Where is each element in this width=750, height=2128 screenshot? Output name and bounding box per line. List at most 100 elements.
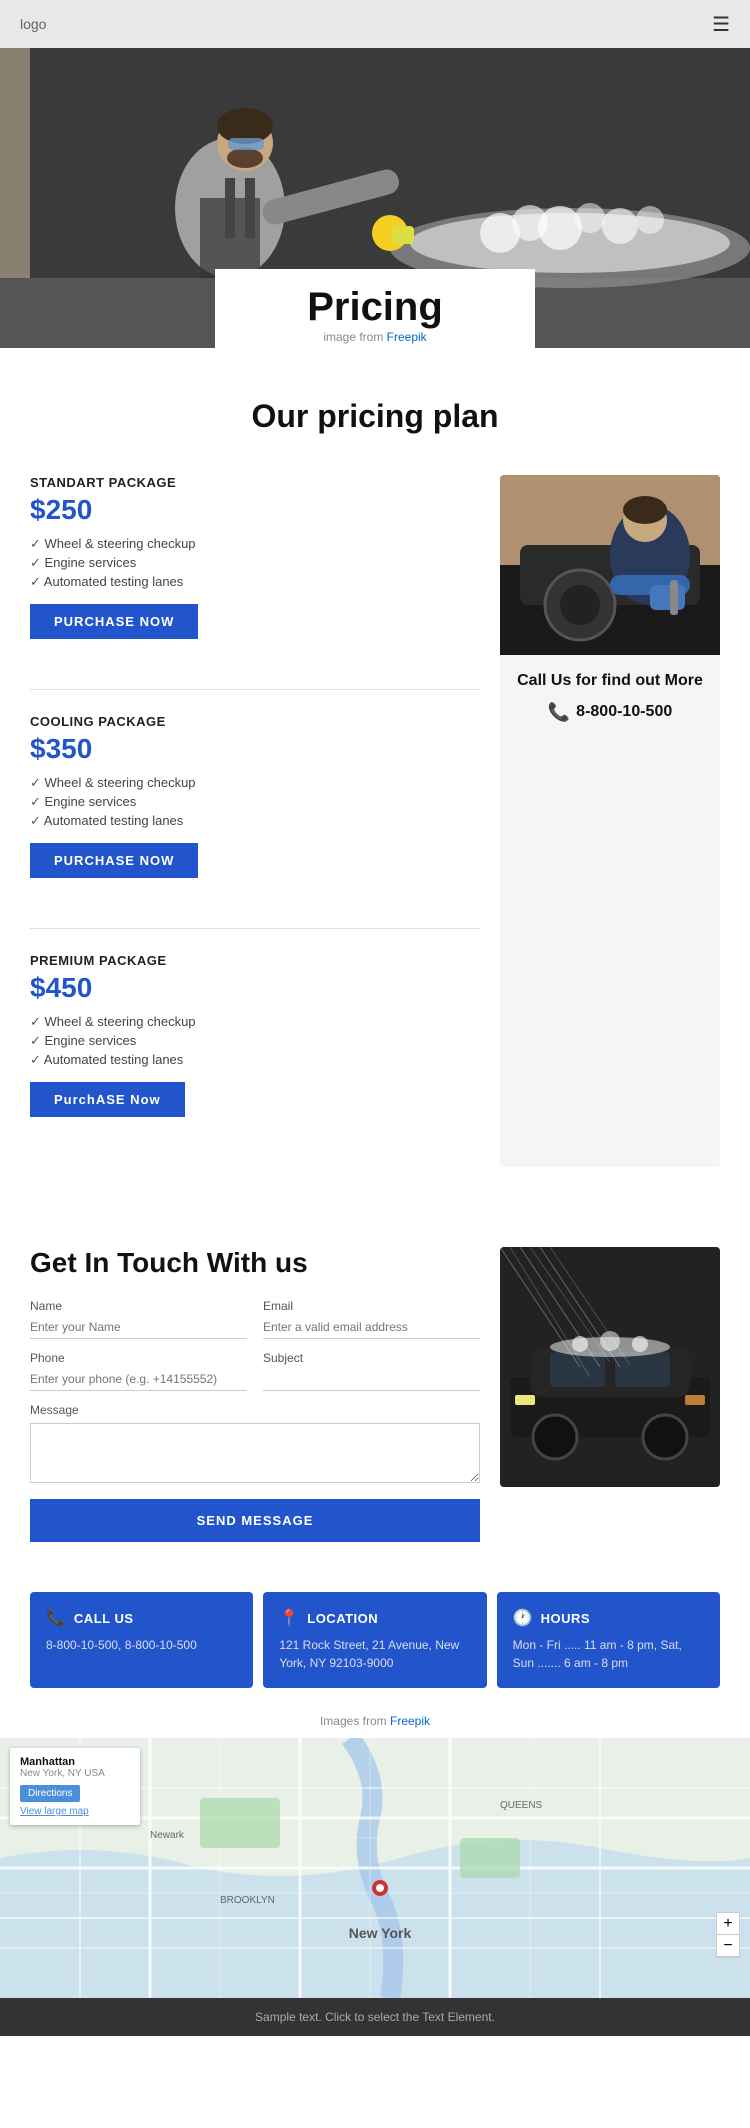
phone-label: Phone xyxy=(30,1351,247,1365)
call-title: CALL US xyxy=(74,1611,134,1626)
email-input[interactable] xyxy=(263,1316,480,1339)
package-features-2: Wheel & steering checkup Engine services… xyxy=(30,1014,480,1068)
sidebar-illustration xyxy=(500,475,720,655)
map-city: Manhattan xyxy=(20,1756,130,1768)
message-group: Message xyxy=(30,1403,480,1483)
pricing-sidebar: Call Us for find out More 📞 8-800-10-500 xyxy=(500,475,720,1167)
feature-item: Automated testing lanes xyxy=(30,1052,480,1068)
package-name-2: PREMIUM PACKAGE xyxy=(30,953,480,968)
footer-text: Sample text. Click to select the Text El… xyxy=(255,2010,495,2024)
feature-item: Engine services xyxy=(30,1033,480,1049)
hours-icon: 🕐 xyxy=(513,1608,533,1628)
purchase-button-0[interactable]: PURCHASE NOW xyxy=(30,604,198,639)
header: logo ☰ xyxy=(0,0,750,48)
package-name-1: COOLING PACKAGE xyxy=(30,714,480,729)
svg-text:QUEENS: QUEENS xyxy=(500,1800,543,1811)
email-label: Email xyxy=(263,1299,480,1313)
feature-item: Automated testing lanes xyxy=(30,574,480,590)
svg-text:New York: New York xyxy=(349,1925,412,1941)
info-card-location: 📍 LOCATION 121 Rock Street, 21 Avenue, N… xyxy=(263,1592,486,1688)
info-cards: 📞 CALL US 8-800-10-500, 8-800-10-500 📍 L… xyxy=(0,1582,750,1708)
sidebar-call-text: Call Us for find out More xyxy=(516,671,704,692)
package-features-1: Wheel & steering checkup Engine services… xyxy=(30,775,480,829)
feature-item: Engine services xyxy=(30,555,480,571)
subject-input[interactable] xyxy=(263,1368,480,1391)
feature-item: Wheel & steering checkup xyxy=(30,536,480,552)
map-directions-button[interactable]: Directions xyxy=(20,1785,80,1802)
info-card-hours-header: 🕐 HOURS xyxy=(513,1608,704,1628)
call-content: 8-800-10-500, 8-800-10-500 xyxy=(46,1636,237,1654)
info-card-call-header: 📞 CALL US xyxy=(46,1608,237,1628)
message-textarea[interactable] xyxy=(30,1423,480,1483)
location-icon: 📍 xyxy=(279,1608,299,1628)
hamburger-icon[interactable]: ☰ xyxy=(712,12,730,37)
name-input[interactable] xyxy=(30,1316,247,1339)
phone-group: Phone xyxy=(30,1351,247,1391)
package-price-0: $250 xyxy=(30,494,480,526)
feature-item: Engine services xyxy=(30,794,480,810)
info-card-location-header: 📍 LOCATION xyxy=(279,1608,470,1628)
contact-title: Get In Touch With us xyxy=(30,1247,480,1279)
map-section: New York BROOKLYN QUEENS Newark Manhatta… xyxy=(0,1738,750,1998)
phone-subject-row: Phone Subject xyxy=(30,1351,480,1391)
package-premium: PREMIUM PACKAGE $450 Wheel & steering ch… xyxy=(30,953,480,1137)
package-price-2: $450 xyxy=(30,972,480,1004)
email-group: Email xyxy=(263,1299,480,1339)
contact-illustration xyxy=(500,1247,720,1487)
sidebar-info: Call Us for find out More 📞 8-800-10-500 xyxy=(500,655,720,739)
svg-text:BROOKLYN: BROOKLYN xyxy=(220,1895,275,1906)
location-content: 121 Rock Street, 21 Avenue, New York, NY… xyxy=(279,1636,470,1672)
phone-number: 8-800-10-500 xyxy=(576,703,672,721)
pricing-title: Our pricing plan xyxy=(30,398,720,435)
contact-image xyxy=(500,1247,720,1487)
map-zoom-out-button[interactable]: − xyxy=(717,1935,739,1957)
sidebar-phone: 📞 8-800-10-500 xyxy=(516,702,704,723)
map-zoom-controls: + − xyxy=(716,1912,740,1958)
freepik-link[interactable]: Freepik xyxy=(387,330,427,344)
freepik-attribution: Images from Freepik xyxy=(0,1708,750,1738)
hero-overlay: Pricing image from Freepik xyxy=(215,269,535,348)
subject-label: Subject xyxy=(263,1351,480,1365)
purchase-button-1[interactable]: PURCHASE NOW xyxy=(30,843,198,878)
page-title: Pricing xyxy=(255,285,495,330)
svg-text:Newark: Newark xyxy=(150,1830,185,1841)
contact-form-area: Get In Touch With us Name Email Phone Su… xyxy=(30,1247,480,1542)
info-card-hours: 🕐 HOURS Mon - Fri ..... 11 am - 8 pm, Sa… xyxy=(497,1592,720,1688)
pricing-section: Our pricing plan STANDART PACKAGE $250 W… xyxy=(0,348,750,1207)
feature-item: Automated testing lanes xyxy=(30,813,480,829)
info-card-call: 📞 CALL US 8-800-10-500, 8-800-10-500 xyxy=(30,1592,253,1688)
map-overlay-box: Manhattan New York, NY USA Directions Vi… xyxy=(10,1748,140,1825)
hero-section: Pricing image from Freepik xyxy=(0,48,750,348)
package-features-0: Wheel & steering checkup Engine services… xyxy=(30,536,480,590)
map-view-large-link[interactable]: View large map xyxy=(20,1806,130,1817)
contact-section: Get In Touch With us Name Email Phone Su… xyxy=(0,1207,750,1582)
hours-content: Mon - Fri ..... 11 am - 8 pm, Sat, Sun .… xyxy=(513,1636,704,1672)
package-cooling: COOLING PACKAGE $350 Wheel & steering ch… xyxy=(30,714,480,898)
send-message-button[interactable]: SEND MESSAGE xyxy=(30,1499,480,1542)
footer: Sample text. Click to select the Text El… xyxy=(0,1998,750,2036)
feature-item: Wheel & steering checkup xyxy=(30,775,480,791)
pricing-content: STANDART PACKAGE $250 Wheel & steering c… xyxy=(30,475,720,1167)
subject-group: Subject xyxy=(263,1351,480,1391)
package-price-1: $350 xyxy=(30,733,480,765)
map-address: New York, NY USA xyxy=(20,1768,130,1779)
hours-title: HOURS xyxy=(541,1611,590,1626)
purchase-button-2[interactable]: PurchASE Now xyxy=(30,1082,185,1117)
phone-input[interactable] xyxy=(30,1368,247,1391)
map-background: New York BROOKLYN QUEENS Newark Manhatta… xyxy=(0,1738,750,1998)
pricing-packages: STANDART PACKAGE $250 Wheel & steering c… xyxy=(30,475,480,1167)
message-label: Message xyxy=(30,1403,480,1417)
map-zoom-in-button[interactable]: + xyxy=(717,1913,739,1935)
feature-item: Wheel & steering checkup xyxy=(30,1014,480,1030)
name-group: Name xyxy=(30,1299,247,1339)
freepik-link-2[interactable]: Freepik xyxy=(390,1714,430,1728)
phone-icon: 📞 xyxy=(548,702,570,723)
name-email-row: Name Email xyxy=(30,1299,480,1339)
package-name-0: STANDART PACKAGE xyxy=(30,475,480,490)
location-title: LOCATION xyxy=(307,1611,378,1626)
name-label: Name xyxy=(30,1299,247,1313)
image-source: image from Freepik xyxy=(255,330,495,344)
logo: logo xyxy=(20,16,46,32)
sidebar-image xyxy=(500,475,720,655)
package-standard: STANDART PACKAGE $250 Wheel & steering c… xyxy=(30,475,480,659)
